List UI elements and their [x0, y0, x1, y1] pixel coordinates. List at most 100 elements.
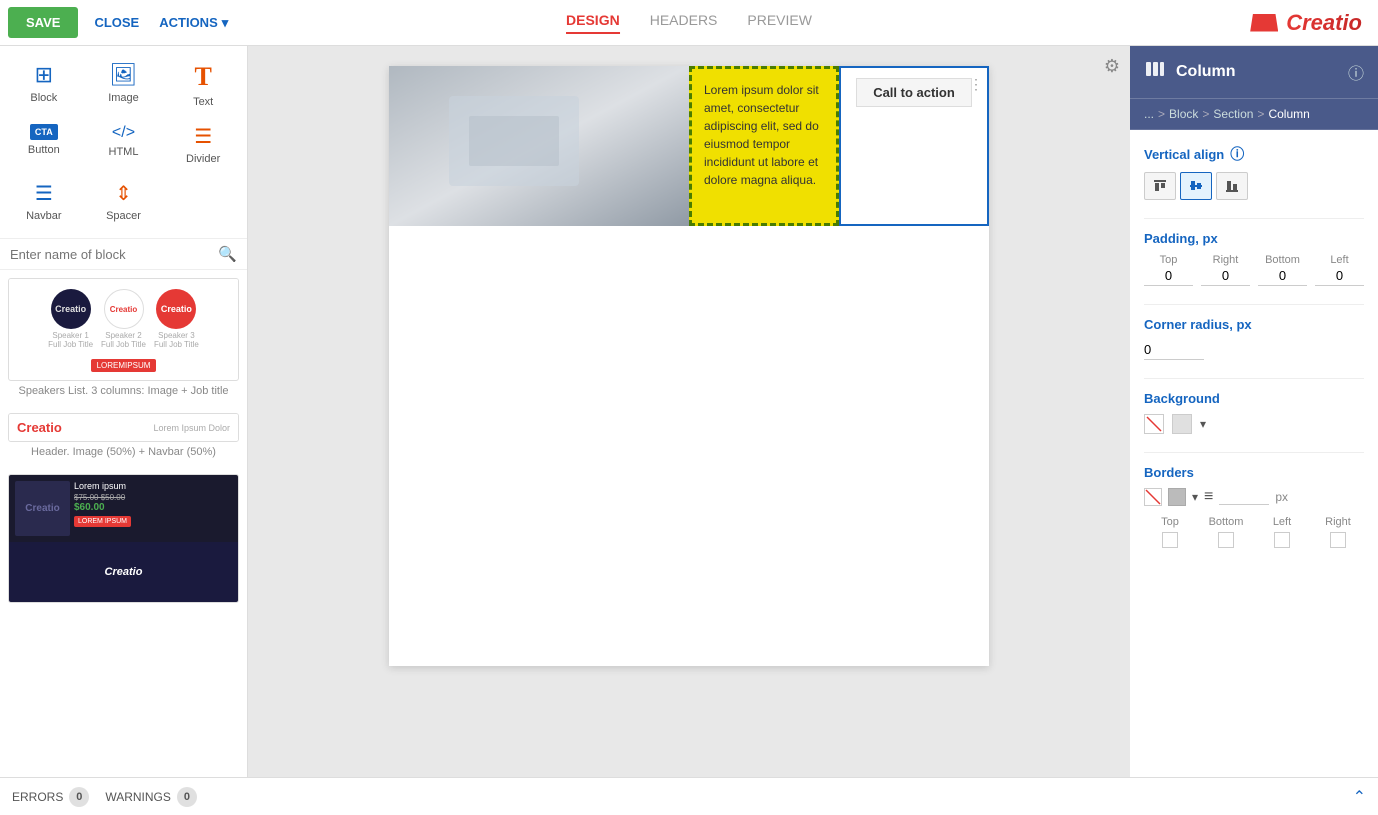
background-section: Background ▾ — [1144, 391, 1364, 434]
actions-button[interactable]: ACTIONS ▾ — [159, 15, 228, 31]
border-side-top: Top — [1144, 516, 1196, 548]
borders-section: Borders ▾ ≡ px T — [1144, 465, 1364, 548]
template-preview-header: Creatio Lorem Ipsum Dolor — [8, 413, 239, 442]
block-item-button[interactable]: CTA Button — [4, 116, 84, 173]
breadcrumb-section[interactable]: Section — [1213, 107, 1253, 121]
cta-button[interactable]: Call to action — [856, 78, 972, 107]
search-icon[interactable]: 🔍 — [218, 245, 237, 263]
info-icon[interactable]: ⓘ — [1348, 60, 1364, 84]
list-item[interactable]: Creatio Speaker 1Full Job Title Creatio … — [8, 278, 239, 397]
border-right-checkbox[interactable] — [1330, 532, 1346, 548]
text-icon: T — [194, 62, 211, 92]
align-middle-button[interactable] — [1180, 172, 1212, 200]
block-item-block[interactable]: ⊞ Block — [4, 54, 84, 116]
canvas-text-column[interactable]: Lorem ipsum dolor sit amet, consectetur … — [689, 66, 839, 226]
border-left-checkbox[interactable] — [1274, 532, 1290, 548]
divider-line — [1144, 304, 1364, 305]
color-dropdown-icon[interactable]: ▾ — [1200, 417, 1206, 431]
app-logo: Creatio — [1250, 10, 1362, 36]
columns-icon-svg — [1144, 58, 1166, 80]
border-width-input[interactable] — [1219, 489, 1269, 505]
avatar: Creatio — [104, 289, 144, 329]
block-item-text[interactable]: T Text — [163, 54, 243, 116]
topbar-tabs: DESIGN HEADERS PREVIEW — [566, 12, 812, 34]
padding-bottom-input[interactable] — [1258, 266, 1307, 286]
border-top-label: Top — [1161, 516, 1179, 528]
topbar: SAVE CLOSE ACTIONS ▾ DESIGN HEADERS PREV… — [0, 0, 1378, 46]
borders-label: Borders — [1144, 465, 1364, 480]
save-button[interactable]: SAVE — [8, 7, 78, 38]
corner-radius-label: Corner radius, px — [1144, 317, 1364, 332]
block-item-navbar[interactable]: ☰ Navbar — [4, 173, 84, 230]
navbar-label: Navbar — [26, 210, 61, 222]
breadcrumb: ... > Block > Section > Column — [1130, 99, 1378, 130]
header-logo: Creatio — [17, 420, 62, 435]
left-sidebar: ⊞ Block 🖼 Image T Text CTA Button </> HT… — [0, 46, 248, 777]
breadcrumb-block[interactable]: Block — [1169, 107, 1198, 121]
warnings-item: WARNINGS 0 — [105, 787, 197, 807]
main-area: ⊞ Block 🖼 Image T Text CTA Button </> HT… — [0, 46, 1378, 777]
divider-icon: ☰ — [194, 124, 212, 149]
no-color-icon — [1145, 415, 1163, 433]
border-right-label: Right — [1325, 516, 1351, 528]
border-color-dropdown-icon[interactable]: ▾ — [1192, 490, 1198, 504]
align-top-button[interactable] — [1144, 172, 1176, 200]
right-panel: Column ⓘ ... > Block > Section > Column … — [1130, 46, 1378, 777]
button-icon: CTA — [30, 124, 58, 140]
border-side-bottom: Bottom — [1200, 516, 1252, 548]
errors-bar: ERRORS 0 WARNINGS 0 ⌃ — [0, 777, 1378, 815]
tab-headers[interactable]: HEADERS — [650, 12, 718, 34]
list-item[interactable]: Creatio Lorem ipsum $75.00 $50.00 $60.00… — [8, 474, 239, 603]
corner-radius-input[interactable] — [1144, 340, 1204, 360]
border-top-checkbox[interactable] — [1162, 532, 1178, 548]
padding-label: Padding, px — [1144, 231, 1364, 246]
divider-line — [1144, 378, 1364, 379]
borders-controls: ▾ ≡ px — [1144, 488, 1364, 506]
background-none-box[interactable] — [1144, 414, 1164, 434]
border-none-box[interactable] — [1144, 488, 1162, 506]
block-item-divider[interactable]: ☰ Divider — [163, 116, 243, 173]
blocks-grid: ⊞ Block 🖼 Image T Text CTA Button </> HT… — [0, 46, 247, 239]
warnings-count: 0 — [177, 787, 197, 807]
product-image: Creatio — [15, 481, 70, 536]
border-color-box[interactable] — [1168, 488, 1186, 506]
border-bottom-checkbox[interactable] — [1218, 532, 1234, 548]
padding-left-input[interactable] — [1315, 266, 1364, 286]
divider-label: Divider — [186, 153, 220, 165]
image-icon: 🖼 — [110, 62, 138, 88]
background-color-box[interactable] — [1172, 414, 1192, 434]
breadcrumb-column: Column — [1268, 107, 1309, 121]
warnings-label: WARNINGS — [105, 790, 171, 804]
vertical-align-info-icon[interactable]: ⓘ — [1230, 144, 1244, 164]
no-border-icon — [1145, 489, 1161, 505]
background-label: Background — [1144, 391, 1364, 406]
align-bottom-button[interactable] — [1216, 172, 1248, 200]
padding-right-input[interactable] — [1201, 266, 1250, 286]
more-options-icon[interactable]: ⋮ — [969, 76, 983, 93]
canvas-image-column[interactable] — [389, 66, 689, 226]
tab-preview[interactable]: PREVIEW — [747, 12, 812, 34]
tab-design[interactable]: DESIGN — [566, 12, 620, 34]
list-item[interactable]: Creatio Lorem Ipsum Dolor Header. Image … — [8, 413, 239, 458]
search-input[interactable] — [10, 247, 212, 262]
block-item-spacer[interactable]: ⇕ Spacer — [84, 173, 164, 230]
padding-left-label: Left — [1315, 254, 1364, 266]
canvas-cta-column[interactable]: ⋮ Call to action — [839, 66, 989, 226]
chevron-up-icon[interactable]: ⌃ — [1353, 787, 1366, 807]
text-label: Text — [193, 96, 213, 108]
border-side-left: Left — [1256, 516, 1308, 548]
align-bottom-icon — [1224, 178, 1240, 194]
block-item-image[interactable]: 🖼 Image — [84, 54, 164, 116]
vertical-align-section: Vertical align ⓘ — [1144, 144, 1364, 200]
border-style-icon[interactable]: ≡ — [1204, 488, 1213, 506]
border-left-label: Left — [1273, 516, 1291, 528]
canvas-section: Lorem ipsum dolor sit amet, consectetur … — [389, 66, 989, 226]
close-button[interactable]: CLOSE — [94, 15, 139, 30]
padding-top-input[interactable] — [1144, 266, 1193, 286]
block-item-html[interactable]: </> HTML — [84, 116, 164, 173]
vertical-align-label: Vertical align ⓘ — [1144, 144, 1364, 164]
breadcrumb-ellipsis[interactable]: ... — [1144, 107, 1154, 121]
spacer-label: Spacer — [106, 210, 141, 222]
border-side-right: Right — [1312, 516, 1364, 548]
gear-icon[interactable]: ⚙ — [1104, 56, 1120, 76]
